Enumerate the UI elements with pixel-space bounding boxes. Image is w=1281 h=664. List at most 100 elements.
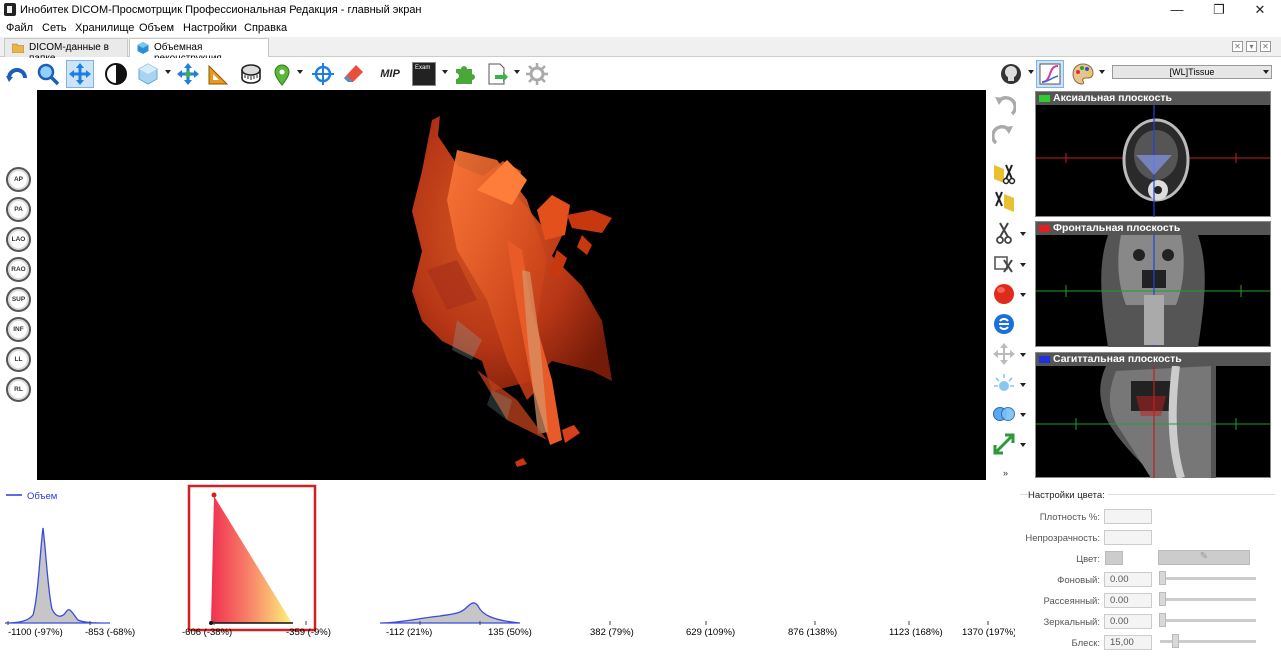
orient-ap-button[interactable]: AP bbox=[6, 167, 31, 192]
orient-sup-button[interactable]: SUP bbox=[6, 287, 31, 312]
menu-settings[interactable]: Настройки bbox=[183, 22, 237, 34]
maximize-button[interactable]: ❐ bbox=[1199, 0, 1239, 20]
render-preset-button[interactable] bbox=[997, 60, 1025, 88]
menu-help[interactable]: Справка bbox=[244, 22, 287, 34]
shininess-slider-thumb[interactable] bbox=[1172, 634, 1179, 648]
menu-volume[interactable]: Объем bbox=[139, 22, 174, 34]
chevron-down-icon[interactable] bbox=[442, 70, 448, 74]
cut-outside-button[interactable] bbox=[990, 189, 1018, 215]
orient-rl-button[interactable]: RL bbox=[6, 377, 31, 402]
frontal-plane-header: Фронтальная плоскость bbox=[1036, 222, 1270, 235]
ambient-input[interactable]: 0.00 bbox=[1104, 572, 1152, 587]
orient-ll-button[interactable]: LL bbox=[6, 347, 31, 372]
undo-button[interactable] bbox=[990, 93, 1018, 119]
window-level-icon bbox=[105, 63, 127, 85]
chevron-down-icon[interactable] bbox=[1020, 263, 1026, 267]
tab-menu-icon[interactable]: ▾ bbox=[1246, 41, 1257, 52]
pan-button[interactable] bbox=[66, 60, 94, 88]
scissors-icon bbox=[996, 222, 1012, 244]
more-tools-icon[interactable]: » bbox=[1003, 468, 1008, 478]
chevron-down-icon[interactable] bbox=[1020, 383, 1026, 387]
tab-dicom-folder[interactable]: DICOM-данные в папке bbox=[4, 38, 128, 64]
orient-rao-button[interactable]: RAO bbox=[6, 257, 31, 282]
move-3d-button[interactable] bbox=[174, 60, 202, 88]
tab-close-icon[interactable]: ✕ bbox=[1232, 41, 1243, 52]
menu-storage[interactable]: Хранилище bbox=[75, 22, 134, 34]
minimize-button[interactable]: — bbox=[1157, 0, 1197, 20]
chevron-down-icon[interactable] bbox=[297, 70, 303, 74]
axial-plane-label: Аксиальная плоскость bbox=[1053, 92, 1173, 104]
light-button[interactable] bbox=[990, 371, 1018, 397]
folder-icon bbox=[12, 43, 24, 53]
color-swatch[interactable] bbox=[1105, 551, 1123, 565]
sphere-button[interactable] bbox=[990, 281, 1018, 307]
chevron-down-icon[interactable] bbox=[1020, 293, 1026, 297]
menu-network[interactable]: Сеть bbox=[42, 22, 66, 34]
redo-button[interactable] bbox=[990, 122, 1018, 148]
orient-lao-button[interactable]: LAO bbox=[6, 227, 31, 252]
window-level-preset-select[interactable]: [WL]Tissue bbox=[1112, 65, 1272, 79]
crosshair-button[interactable] bbox=[309, 60, 337, 88]
orient-inf-button[interactable]: INF bbox=[6, 317, 31, 342]
ambient-slider-thumb[interactable] bbox=[1159, 571, 1166, 585]
tab-volume-reconstruction[interactable]: Объемная реконструкция bbox=[129, 38, 269, 64]
opacity-label: Непрозрачность: bbox=[1025, 533, 1100, 544]
settings-button[interactable] bbox=[523, 60, 551, 88]
axial-plane-view[interactable]: Аксиальная плоскость bbox=[1035, 91, 1271, 217]
scissors-button[interactable] bbox=[990, 220, 1018, 246]
tick-label: -359 (-9%) bbox=[286, 627, 331, 638]
color-picker-button[interactable]: ✎ bbox=[1158, 550, 1250, 565]
density-input[interactable] bbox=[1104, 509, 1152, 524]
ambient-slider-track[interactable] bbox=[1160, 577, 1256, 580]
transfer-function-editor[interactable]: Объем -1100 (-97%) -853 (-68%) -606 (-38… bbox=[0, 480, 1016, 661]
crop-button[interactable] bbox=[990, 251, 1018, 277]
chevron-down-icon[interactable] bbox=[1099, 70, 1105, 74]
chevron-down-icon[interactable] bbox=[1020, 413, 1026, 417]
chevron-down-icon[interactable] bbox=[1028, 70, 1034, 74]
tf-control-point[interactable] bbox=[211, 492, 217, 498]
settings-icon bbox=[526, 63, 548, 85]
plugins-button[interactable] bbox=[451, 60, 479, 88]
frontal-plane-view[interactable]: Фронтальная плоскость bbox=[1035, 221, 1271, 347]
angle-measure-button[interactable] bbox=[205, 60, 233, 88]
stereo-button[interactable] bbox=[990, 401, 1018, 427]
chevron-down-icon[interactable] bbox=[514, 70, 520, 74]
menu-file[interactable]: Файл bbox=[6, 22, 33, 34]
fullscreen-button[interactable] bbox=[990, 431, 1018, 457]
shininess-input[interactable]: 15,00 bbox=[1104, 635, 1152, 650]
cut-inside-button[interactable] bbox=[990, 160, 1018, 186]
volume-mode-button[interactable] bbox=[134, 60, 162, 88]
diffuse-slider-track[interactable] bbox=[1160, 598, 1256, 601]
frontal-color-swatch bbox=[1039, 225, 1050, 232]
specular-input[interactable]: 0.00 bbox=[1104, 614, 1152, 629]
specular-slider-track[interactable] bbox=[1160, 619, 1256, 622]
tab-close-all-icon[interactable]: ✕ bbox=[1260, 41, 1271, 52]
color-palette-button[interactable] bbox=[1069, 60, 1097, 88]
specular-slider-thumb[interactable] bbox=[1159, 613, 1166, 627]
marker-button[interactable] bbox=[268, 60, 296, 88]
opacity-input[interactable] bbox=[1104, 530, 1152, 545]
chevron-down-icon[interactable] bbox=[165, 70, 171, 74]
reset-rotation-button[interactable] bbox=[3, 60, 31, 88]
move-3d-icon bbox=[177, 63, 199, 85]
chevron-down-icon[interactable] bbox=[1020, 443, 1026, 447]
diffuse-slider-thumb[interactable] bbox=[1159, 592, 1166, 606]
tape-measure-button[interactable] bbox=[237, 60, 265, 88]
segment-button[interactable] bbox=[990, 311, 1018, 337]
chevron-down-icon[interactable] bbox=[1020, 353, 1026, 357]
move-planes-button[interactable] bbox=[990, 341, 1018, 367]
orient-pa-button[interactable]: PA bbox=[6, 197, 31, 222]
sagittal-plane-view[interactable]: Сагиттальная плоскость bbox=[1035, 352, 1271, 478]
volume-render-viewport[interactable] bbox=[37, 90, 986, 480]
transfer-function-button[interactable] bbox=[1036, 60, 1064, 88]
export-button[interactable] bbox=[483, 60, 511, 88]
eraser-button[interactable] bbox=[340, 60, 368, 88]
exam-info-button[interactable]: Exam bbox=[410, 60, 438, 88]
mip-button[interactable]: MIP bbox=[376, 60, 404, 88]
diffuse-input[interactable]: 0.00 bbox=[1104, 593, 1152, 608]
chevron-down-icon[interactable] bbox=[1020, 232, 1026, 236]
sagittal-slice-image bbox=[1036, 366, 1270, 478]
window-level-button[interactable] bbox=[102, 60, 130, 88]
zoom-button[interactable] bbox=[34, 60, 62, 88]
close-button[interactable]: ✕ bbox=[1240, 0, 1280, 20]
